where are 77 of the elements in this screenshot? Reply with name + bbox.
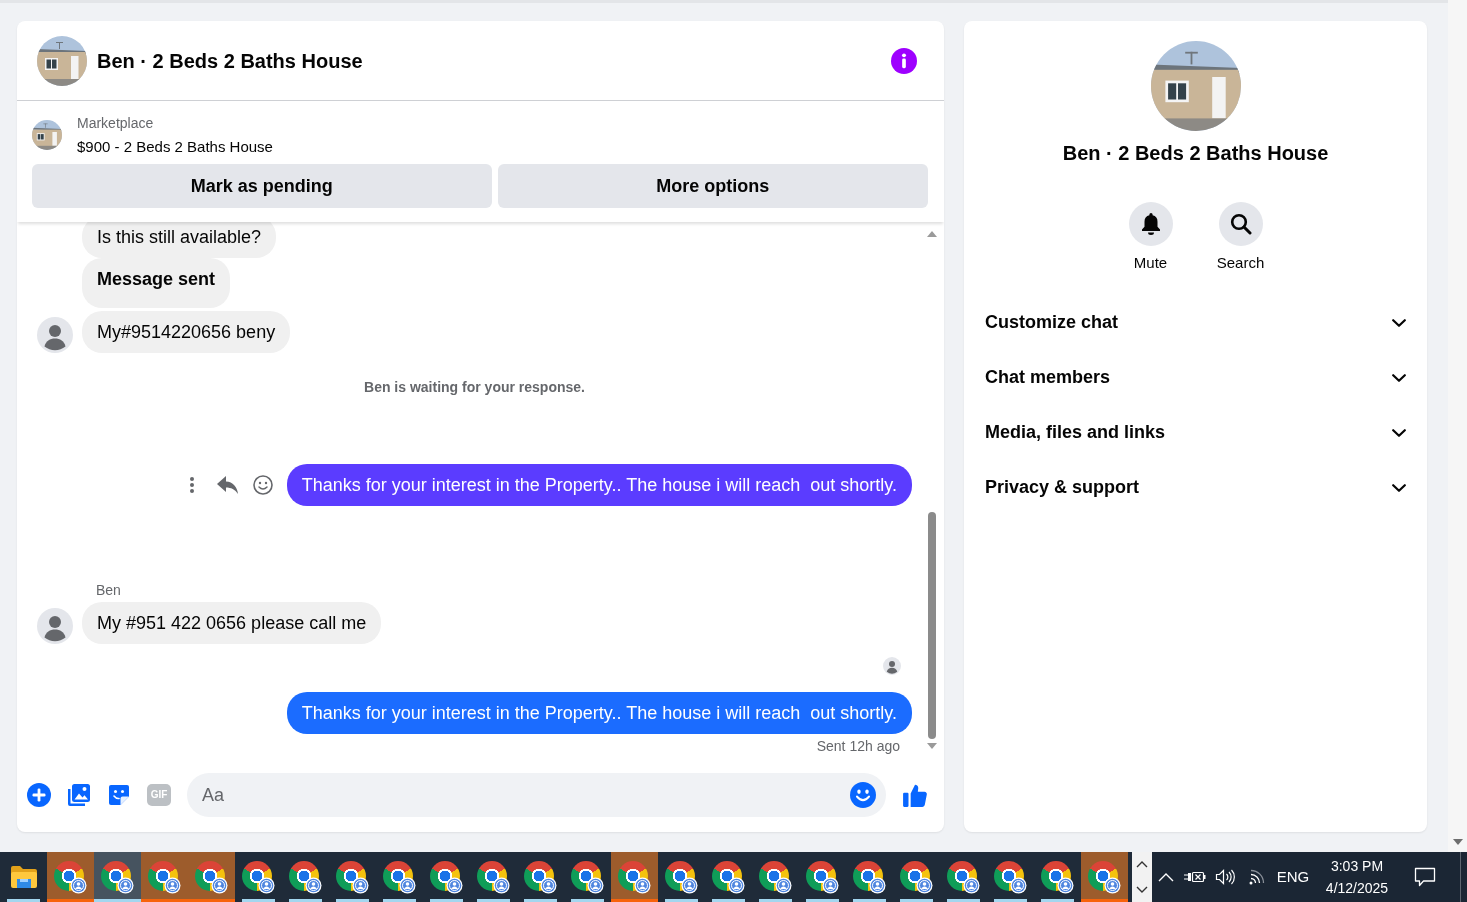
battery-icon[interactable] [1183, 869, 1207, 885]
accordion-item[interactable]: Customize chat [964, 295, 1427, 350]
browser-icon [618, 860, 651, 894]
wifi-icon[interactable] [1248, 869, 1266, 885]
browser-icon [806, 860, 839, 894]
delivery-status: Sent 12h ago [816, 738, 900, 754]
action-label: Mute [1133, 253, 1168, 273]
message-input[interactable]: Aa [187, 773, 886, 817]
sender-name: Ben [96, 582, 121, 598]
image-icon[interactable] [67, 783, 91, 807]
accordion-item[interactable]: Privacy & support [964, 460, 1427, 515]
speaker-icon[interactable] [1215, 869, 1235, 885]
page-scrollbar[interactable] [1448, 0, 1467, 852]
clock-time[interactable]: 3:03 PM [1330, 855, 1384, 877]
action-label: Search [1216, 253, 1265, 273]
browser-icon [900, 860, 933, 894]
browser-icon [571, 860, 604, 894]
bell-icon [1140, 213, 1161, 235]
listing-title[interactable]: $900 - 2 Beds 2 Baths House [77, 137, 273, 157]
browser-icon [54, 860, 87, 894]
scroll-down-arrow-icon[interactable] [927, 743, 937, 749]
browser-icon [665, 860, 698, 894]
message-bubble: Message sent [82, 258, 231, 308]
thumbs-up-icon[interactable] [902, 782, 928, 808]
browser-icon [947, 860, 980, 894]
browser-icon [1041, 860, 1074, 894]
browser-icon [1088, 860, 1121, 894]
scroll-up-arrow-icon[interactable] [927, 231, 937, 237]
message-bubble: Thanks for your interest in the Property.. The house i will reach out shortly. [286, 464, 912, 506]
browser-icon [994, 860, 1027, 894]
folder-icon [9, 865, 38, 889]
browser-icon [195, 860, 228, 894]
status-note: Ben is waiting for your response. [364, 378, 585, 396]
taskbar-app-button[interactable] [94, 852, 141, 902]
search-icon [1229, 213, 1252, 235]
browser-icon [524, 860, 557, 894]
notification-icon[interactable] [1414, 867, 1436, 887]
message-bubble: Is this still available? [82, 222, 277, 258]
browser-icon [477, 860, 510, 894]
chat-title: Ben · 2 Beds 2 Baths House [97, 48, 364, 74]
listing-source: Marketplace [77, 114, 155, 133]
more-options-icon[interactable] [189, 477, 194, 493]
plus-icon[interactable] [27, 783, 51, 807]
listing-thumbnail[interactable] [32, 120, 62, 150]
more-options-button[interactable]: More options [497, 164, 928, 208]
mute-button[interactable] [1128, 202, 1173, 246]
details-title: Ben · 2 Beds 2 Baths House [1062, 141, 1329, 166]
chevron-up-icon[interactable] [1158, 872, 1174, 882]
browser-icon [242, 860, 275, 894]
browser-icon [853, 860, 886, 894]
accordion-item[interactable]: Chat members [964, 350, 1427, 405]
listing-photo[interactable] [37, 35, 87, 86]
scrollbar-thumb[interactable] [928, 512, 936, 739]
mark-pending-button[interactable]: Mark as pending [32, 164, 492, 208]
scroll-up-icon[interactable] [1136, 861, 1148, 868]
browser-icon [336, 860, 369, 894]
accordion-item[interactable]: Media, files and links [964, 405, 1427, 460]
browser-icon [383, 860, 416, 894]
smiley-icon[interactable] [252, 475, 273, 495]
browser-icon [759, 860, 792, 894]
info-icon[interactable] [891, 47, 917, 74]
message-bubble: Thanks for your interest in the Property.. The house i will reach out shortly. [286, 692, 912, 734]
emoji-icon[interactable] [850, 782, 876, 808]
browser-icon [430, 860, 463, 894]
reply-icon[interactable] [216, 476, 238, 494]
scroll-down-arrow-icon[interactable] [1452, 839, 1463, 845]
sticker-icon[interactable] [107, 783, 131, 807]
language-indicator[interactable]: ENG [1276, 865, 1310, 889]
browser-icon [101, 860, 134, 894]
message-bubble: My #951 422 0656 please call me [82, 602, 382, 644]
scroll-down-icon[interactable] [1136, 886, 1148, 893]
browser-icon [289, 860, 322, 894]
search-button[interactable] [1218, 202, 1263, 246]
browser-icon [148, 860, 181, 894]
browser-icon [712, 860, 745, 894]
clock-date[interactable]: 4/12/2025 [1325, 877, 1389, 899]
message-bubble: My#9514220656 beny [82, 311, 291, 353]
